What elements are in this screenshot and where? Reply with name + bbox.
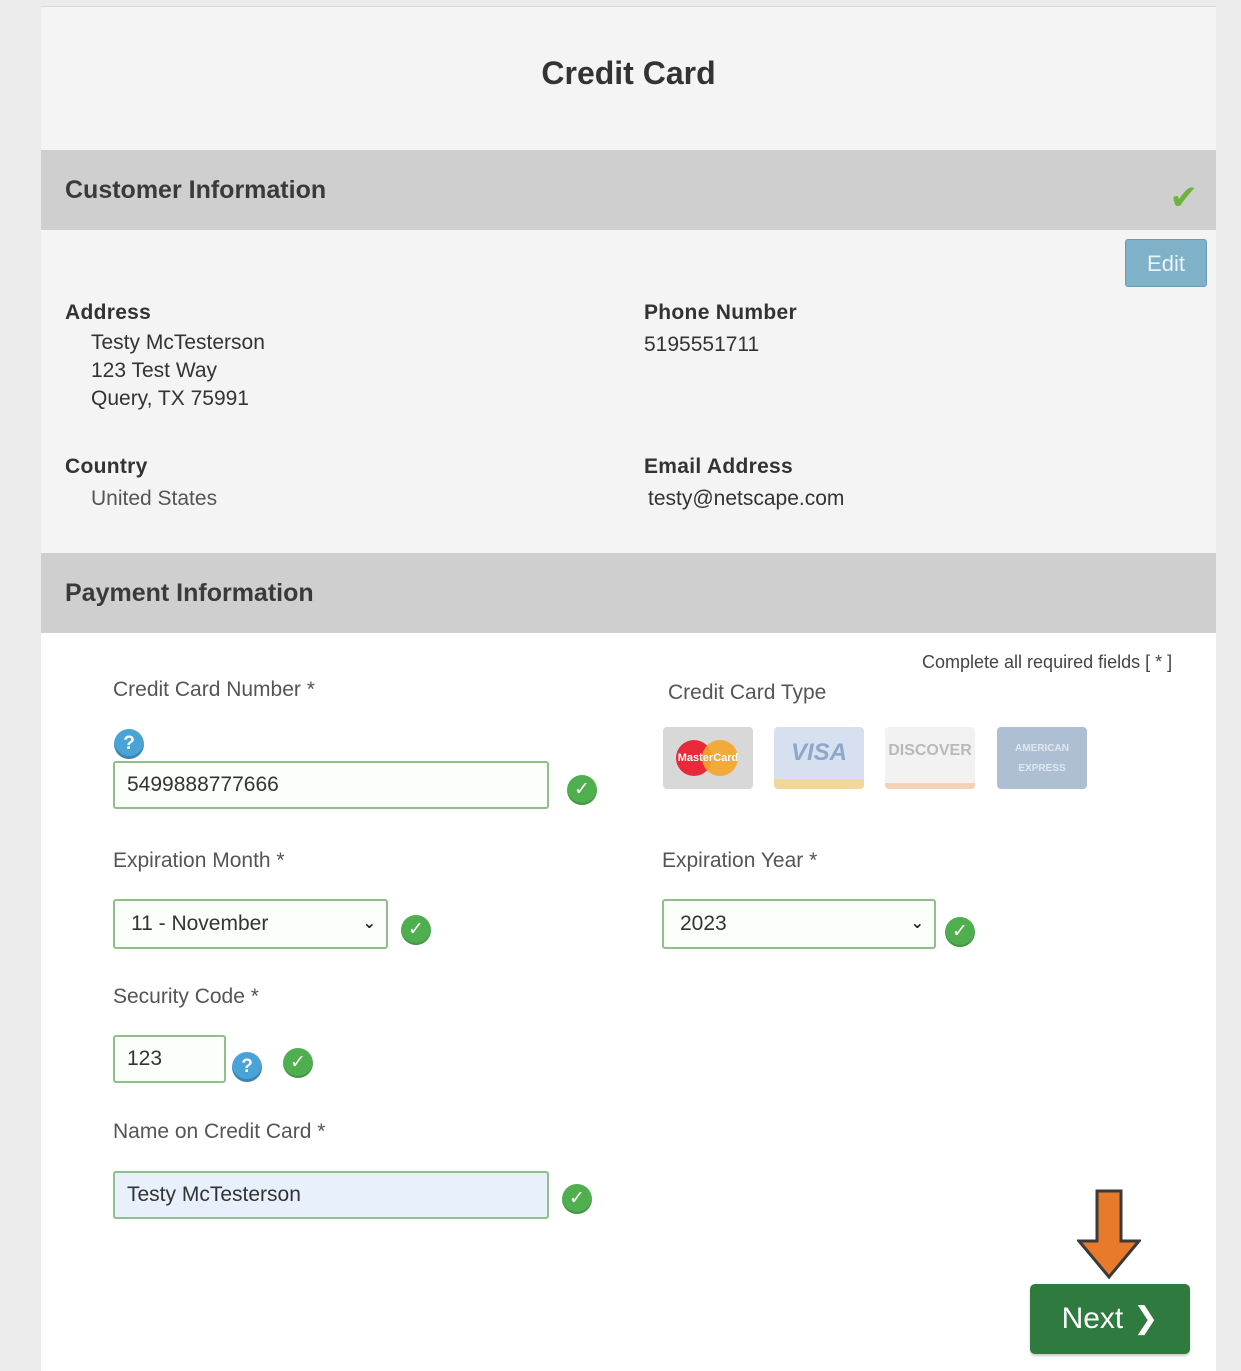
mastercard-text: MasterCard [677, 752, 739, 764]
valid-check-icon: ✓ [401, 915, 431, 945]
exp-year-select[interactable]: 2023 ⌄ [662, 899, 936, 949]
checkmark-icon: ✔ [1169, 179, 1199, 217]
page-title: Credit Card [541, 55, 716, 91]
amex-logo[interactable]: AMERICAN EXPRESS [997, 727, 1087, 789]
name-on-card-label: Name on Credit Card * [113, 1120, 326, 1143]
exp-month-value: 11 - November [131, 912, 269, 935]
card-number-label: Credit Card Number * [113, 678, 315, 701]
next-button[interactable]: Next ❯ [1030, 1284, 1190, 1354]
chevron-down-icon: ⌄ [362, 915, 376, 932]
country-value: United States [91, 487, 218, 510]
exp-year-value: 2023 [680, 912, 727, 935]
discover-logo[interactable]: DISCOVER [885, 727, 975, 789]
payment-info-header: Payment Information [41, 553, 1216, 633]
visa-logo[interactable]: VISA [774, 727, 864, 789]
phone-label: Phone Number [644, 301, 797, 324]
help-icon[interactable]: ? [114, 729, 144, 759]
security-code-label: Security Code * [113, 985, 259, 1008]
email-label: Email Address [644, 455, 794, 478]
annotation-arrow-icon [1077, 1189, 1141, 1280]
address-label: Address [65, 301, 152, 324]
country-label: Country [65, 455, 148, 478]
address-line-street: 123 Test Way [91, 359, 218, 382]
phone-value: 5195551711 [644, 333, 760, 356]
payment-info-title: Payment Information [65, 579, 314, 607]
exp-month-label: Expiration Month * [113, 849, 285, 872]
email-value: testy@netscape.com [648, 487, 845, 510]
exp-year-label: Expiration Year * [662, 849, 818, 872]
card-type-label: Credit Card Type [668, 681, 827, 704]
help-icon[interactable]: ? [232, 1052, 262, 1082]
valid-check-icon: ✓ [945, 917, 975, 947]
exp-month-select[interactable]: 11 - November ⌄ [113, 899, 388, 949]
mastercard-logo[interactable]: MasterCard [663, 727, 753, 789]
address-line-name: Testy McTesterson [91, 331, 265, 354]
chevron-down-icon: ⌄ [910, 915, 924, 932]
card-number-input[interactable]: 5499888777666 [113, 761, 549, 809]
chevron-right-icon: ❯ [1133, 1302, 1159, 1335]
name-on-card-input[interactable]: Testy McTesterson [113, 1171, 549, 1219]
valid-check-icon: ✓ [562, 1184, 592, 1214]
security-code-input[interactable]: 123 [113, 1035, 226, 1083]
credit-card-page: Credit Card Customer Information ✔ Edit … [41, 6, 1216, 1371]
address-line-city: Query, TX 75991 [91, 387, 249, 410]
next-button-label: Next [1061, 1302, 1124, 1335]
customer-info-header: Customer Information ✔ [41, 150, 1216, 230]
valid-check-icon: ✓ [567, 775, 597, 805]
customer-info-title: Customer Information [65, 176, 327, 204]
valid-check-icon: ✓ [283, 1048, 313, 1078]
required-fields-note: Complete all required fields [ * ] [922, 652, 1173, 672]
edit-button[interactable]: Edit [1125, 239, 1207, 287]
